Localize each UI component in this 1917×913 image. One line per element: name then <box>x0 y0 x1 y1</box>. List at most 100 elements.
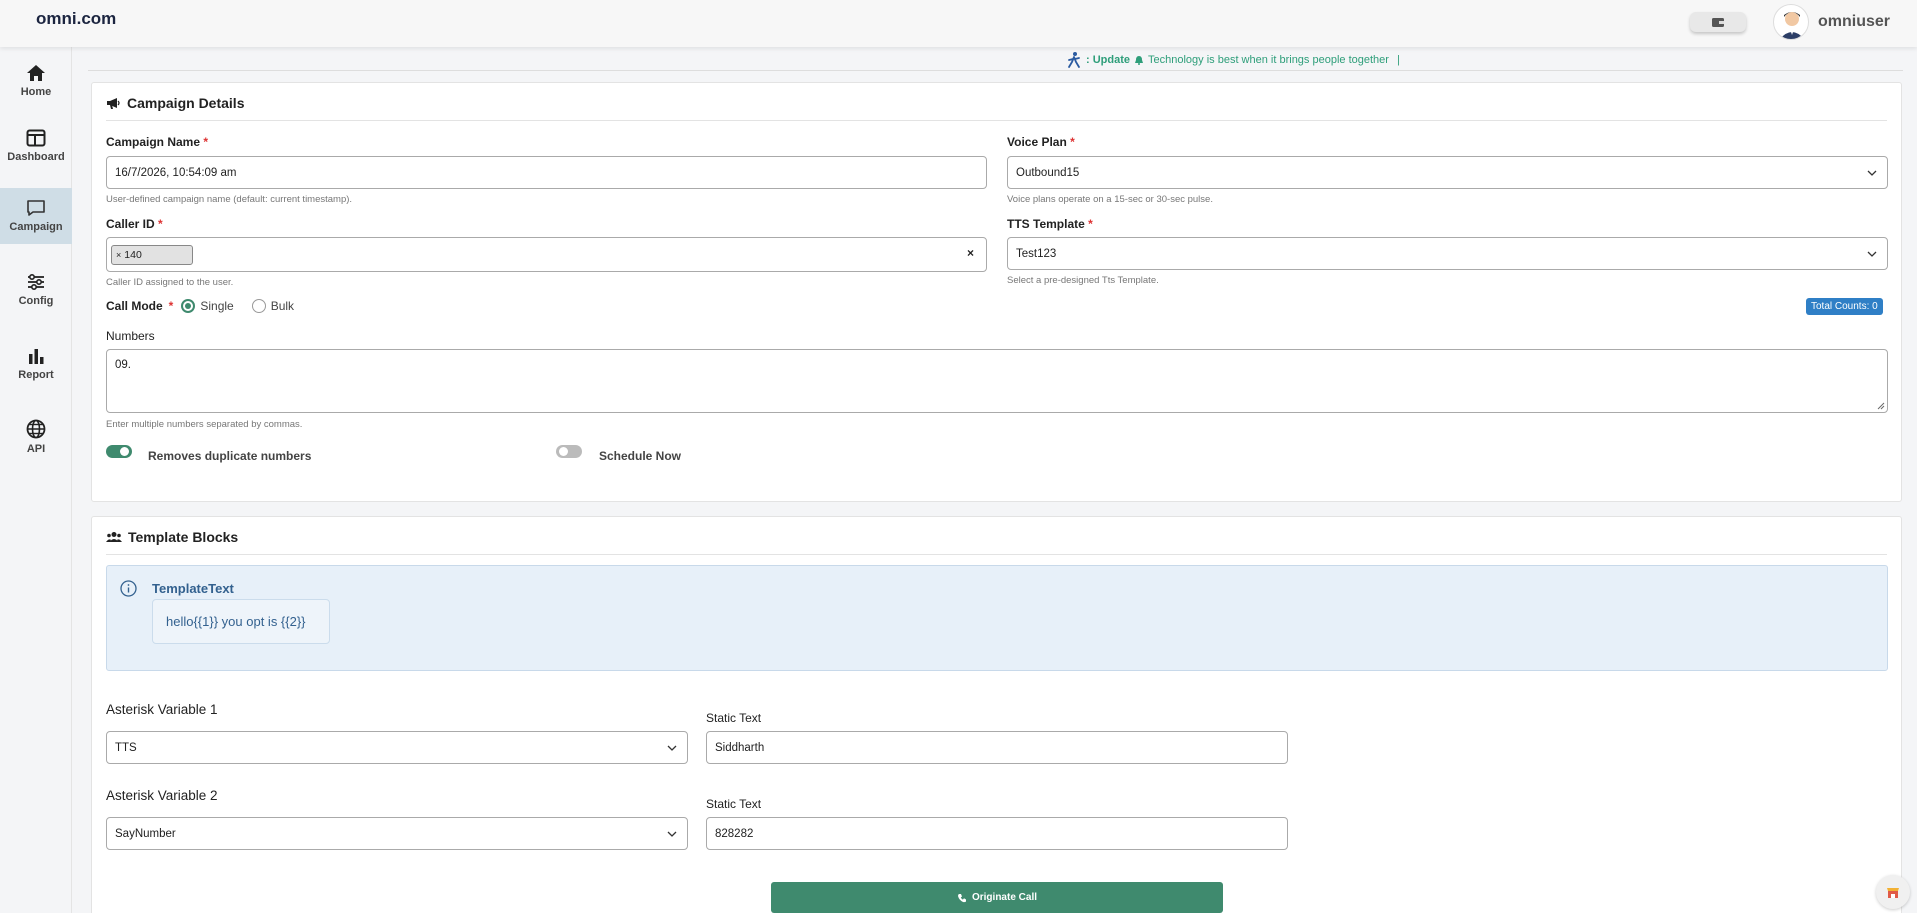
originate-call-button[interactable]: Originate Call <box>771 882 1223 913</box>
avatar[interactable] <box>1773 4 1809 40</box>
users-icon <box>106 532 122 542</box>
sidebar-item-api[interactable]: API <box>0 409 72 465</box>
chat-icon <box>27 200 45 216</box>
ticker-cursor: | <box>1396 54 1400 66</box>
divider <box>106 554 1887 555</box>
bell-icon <box>1135 56 1143 65</box>
asterisk-variable-2-value: SayNumber <box>115 827 176 840</box>
globe-icon <box>26 419 46 439</box>
template-text-title: TemplateText <box>152 581 234 596</box>
brand-logo[interactable]: omni.com <box>36 9 116 29</box>
home-icon <box>27 65 45 81</box>
static-text-2-value: 828282 <box>715 827 754 840</box>
divider <box>106 120 1887 121</box>
static-text-1-label: Static Text <box>706 711 762 725</box>
tts-template-hint: Select a pre-designed Tts Template. <box>1007 275 1159 286</box>
schedule-label: Schedule Now <box>599 449 682 463</box>
radio-bulk[interactable]: Bulk <box>251 299 294 313</box>
tts-template-select[interactable]: Test123 <box>1007 237 1888 270</box>
ticker-message: Technology is best when it brings people… <box>1148 54 1389 66</box>
numbers-label: Numbers <box>106 329 155 343</box>
sidebar: Home Dashboard Campaign Config Report AP… <box>0 47 72 913</box>
campaign-details-card: Campaign Details Campaign Name * 16/7/20… <box>91 82 1902 502</box>
resize-handle-icon[interactable] <box>1877 402 1885 410</box>
static-text-2-label: Static Text <box>706 797 762 811</box>
chevron-down-icon <box>667 745 677 751</box>
sidebar-item-campaign[interactable]: Campaign <box>0 188 72 244</box>
asterisk-variable-2-select[interactable]: SayNumber <box>106 817 688 850</box>
caller-id-tag: × 140 <box>111 244 193 265</box>
card-title-text: Template Blocks <box>128 529 239 545</box>
asterisk-variable-1-select[interactable]: TTS <box>106 731 688 764</box>
campaign-name-hint: User-defined campaign name (default: cur… <box>106 194 353 205</box>
sidebar-item-label: Config <box>18 295 54 307</box>
radio-single[interactable]: Single <box>181 299 234 313</box>
sidebar-item-dashboard[interactable]: Dashboard <box>0 118 72 174</box>
static-text-2-input[interactable]: 828282 <box>706 817 1288 850</box>
campaign-name-input[interactable]: 16/7/2026, 10:54:09 am <box>106 156 987 189</box>
tts-template-value: Test123 <box>1016 247 1057 260</box>
voice-plan-label: Voice Plan * <box>1007 135 1075 149</box>
card-title: Template Blocks <box>106 529 238 545</box>
template-text-content: hello{{1}} you opt is {{2}} <box>152 599 330 644</box>
sidebar-item-label: Dashboard <box>7 151 65 163</box>
call-mode-label: Call Mode <box>106 299 163 313</box>
dashboard-icon <box>26 129 46 147</box>
username[interactable]: omniuser <box>1818 13 1890 31</box>
dedupe-toggle[interactable] <box>106 445 132 458</box>
sliders-icon <box>28 273 44 291</box>
chevron-down-icon <box>1867 170 1877 176</box>
numbers-textarea[interactable]: 09. <box>106 349 1888 413</box>
campaign-name-label: Campaign Name * <box>106 135 209 149</box>
asterisk-variable-1-value: TTS <box>115 741 137 754</box>
total-counts-badge: Total Counts: 0 <box>1806 298 1883 315</box>
tts-template-label: TTS Template * <box>1007 217 1093 231</box>
numbers-value: 09. <box>115 359 131 371</box>
voice-plan-select[interactable]: Outbound15 <box>1007 156 1888 189</box>
wallet-button[interactable] <box>1690 12 1746 32</box>
voice-plan-value: Outbound15 <box>1016 166 1080 179</box>
tag-remove-button[interactable]: × <box>116 250 121 260</box>
static-text-1-input[interactable]: Siddharth <box>706 731 1288 764</box>
asterisk-variable-1-label: Asterisk Variable 1 <box>106 702 218 717</box>
sidebar-item-label: Campaign <box>9 221 63 233</box>
asterisk-variable-2-label: Asterisk Variable 2 <box>106 788 218 803</box>
walking-person-icon <box>1068 52 1080 68</box>
divider <box>88 70 1903 71</box>
megaphone-icon <box>107 97 120 109</box>
chevron-down-icon <box>1867 251 1877 257</box>
voice-plan-hint: Voice plans operate on a 15-sec or 30-se… <box>1007 194 1213 205</box>
clear-button[interactable]: × <box>967 246 974 260</box>
ticker-prefix: : Update <box>1086 54 1130 66</box>
store-icon <box>1887 888 1899 898</box>
top-bar: omni.com omniuser <box>0 0 1917 47</box>
originate-call-label: Originate Call <box>971 892 1037 903</box>
call-mode-group: Call Mode * Single Bulk <box>106 299 295 313</box>
sidebar-item-config[interactable]: Config <box>0 262 72 318</box>
wallet-icon <box>1712 18 1724 27</box>
sidebar-item-report[interactable]: Report <box>0 336 72 392</box>
floating-help-button[interactable] <box>1876 875 1910 909</box>
info-icon <box>120 580 137 597</box>
sidebar-item-label: Home <box>20 86 52 98</box>
card-title: Campaign Details <box>106 95 244 111</box>
template-blocks-card: Template Blocks TemplateText hello{{1}} … <box>91 516 1902 913</box>
caller-id-tag-text: 140 <box>124 248 142 261</box>
sidebar-item-label: API <box>26 443 46 455</box>
caller-id-select[interactable]: × 140 × <box>106 237 987 272</box>
phone-icon <box>957 893 966 902</box>
static-text-1-value: Siddharth <box>715 741 765 754</box>
sidebar-item-home[interactable]: Home <box>0 53 72 109</box>
template-text-block: TemplateText hello{{1}} you opt is {{2}} <box>106 565 1888 671</box>
caller-id-label: Caller ID * <box>106 217 163 231</box>
numbers-hint: Enter multiple numbers separated by comm… <box>106 419 303 430</box>
card-title-text: Campaign Details <box>127 95 245 111</box>
caller-id-hint: Caller ID assigned to the user. <box>106 277 234 288</box>
chevron-down-icon <box>667 831 677 837</box>
announcement-ticker: : Update Technology is best when it brin… <box>1066 51 1400 69</box>
schedule-toggle[interactable] <box>556 445 582 458</box>
bar-chart-icon <box>29 349 44 364</box>
campaign-name-value: 16/7/2026, 10:54:09 am <box>115 166 237 179</box>
dedupe-label: Removes duplicate numbers <box>148 449 312 463</box>
sidebar-item-label: Report <box>18 369 54 381</box>
